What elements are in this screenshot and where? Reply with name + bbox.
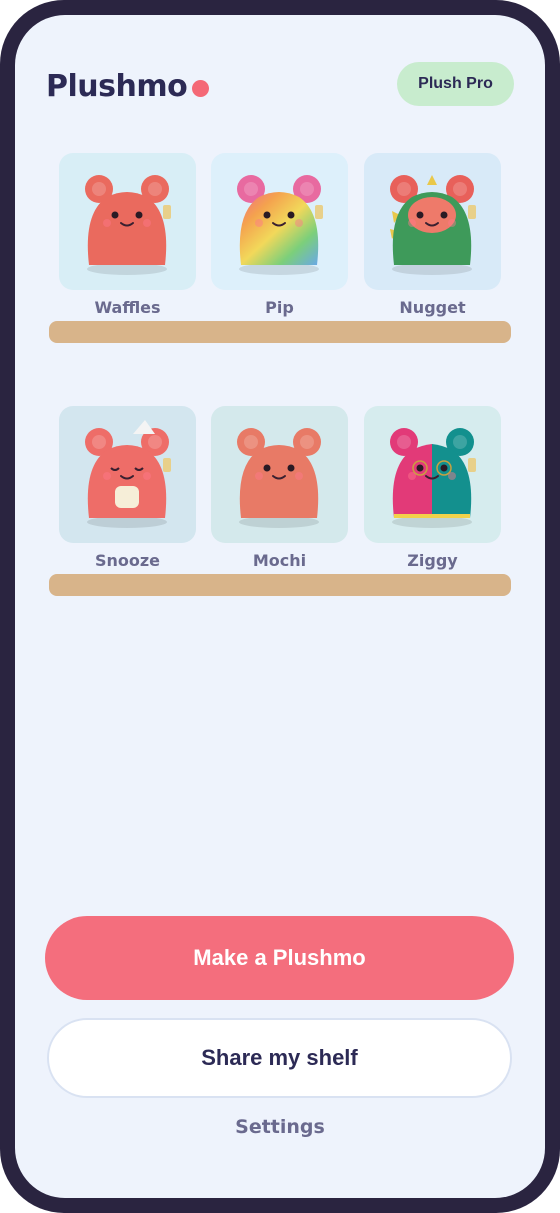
plush-thumbnail: [211, 406, 348, 543]
logo-dot-icon: [192, 80, 210, 97]
plush-illustration: [237, 428, 321, 528]
plush-thumbnail: [211, 153, 348, 290]
app-screen: Plushmo Plush Pro Waffles Pip Nugget Sno…: [15, 15, 545, 1198]
make-plushmo-button[interactable]: Make a Plushmo: [45, 916, 514, 1000]
phone-frame: Plushmo Plush Pro Waffles Pip Nugget Sno…: [0, 0, 560, 1213]
plush-name: Ziggy: [407, 551, 458, 570]
plush-pro-button[interactable]: Plush Pro: [397, 62, 514, 106]
plush-name: Pip: [265, 298, 294, 317]
plush-thumbnail: [59, 406, 196, 543]
plush-thumbnail: [364, 153, 501, 290]
plush-item[interactable]: Waffles: [59, 153, 196, 317]
plush-name: Mochi: [252, 551, 307, 570]
plush-item[interactable]: Pip: [211, 153, 348, 317]
plush-item[interactable]: Ziggy: [364, 406, 501, 570]
shelf-plank: [49, 321, 511, 351]
plush-illustration: [390, 428, 476, 528]
plush-name: Nugget: [399, 298, 466, 317]
plush-illustration: [85, 420, 171, 528]
plush-item[interactable]: Nugget: [364, 153, 501, 317]
plush-name: Snooze: [94, 551, 161, 570]
app-logo: Plushmo: [46, 69, 210, 104]
share-shelf-button[interactable]: Share my shelf: [47, 1018, 512, 1098]
plush-item[interactable]: Snooze: [59, 406, 196, 570]
plush-illustration: [85, 175, 171, 275]
plush-illustration: [237, 175, 323, 275]
settings-link[interactable]: Settings: [15, 1116, 545, 1138]
plush-item[interactable]: Mochi: [211, 406, 348, 570]
plush-illustration: [390, 175, 476, 275]
app-name: Plushmo: [46, 69, 188, 104]
plush-name: Waffles: [94, 298, 161, 317]
shelf-plank: [49, 574, 511, 604]
plush-thumbnail: [59, 153, 196, 290]
plush-thumbnail: [364, 406, 501, 543]
